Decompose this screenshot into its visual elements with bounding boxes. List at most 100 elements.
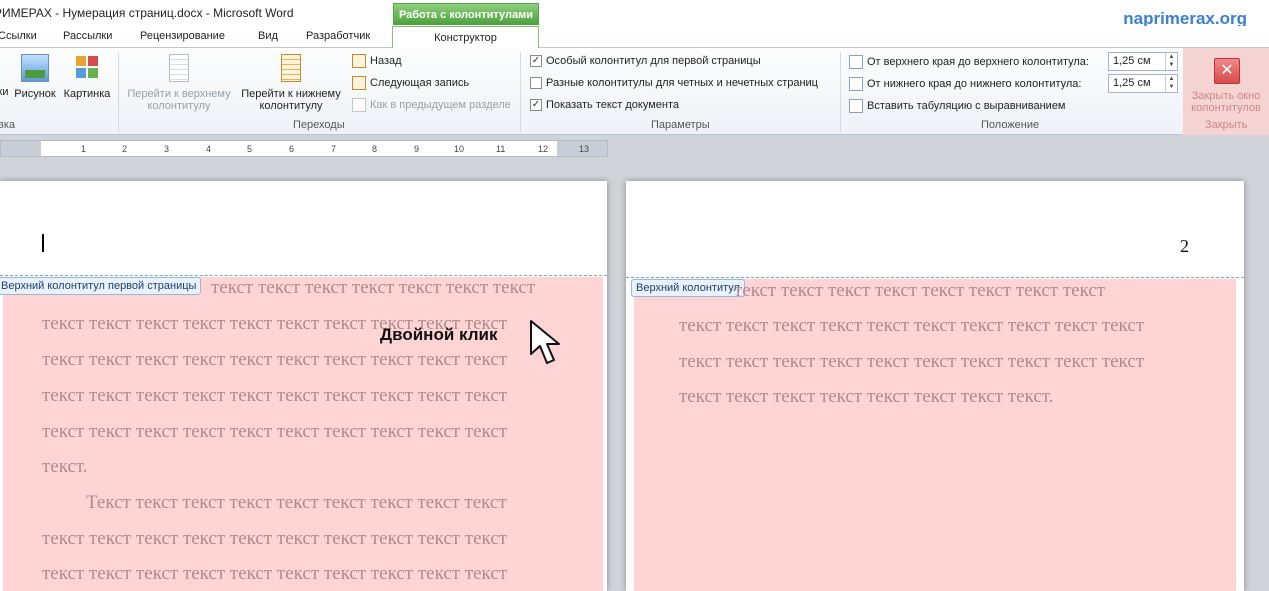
ruler-margin (1, 141, 41, 156)
ruler-number: 5 (247, 144, 253, 154)
clipart-button[interactable]: Картинка (60, 54, 114, 100)
text-cursor (42, 234, 44, 252)
previous-label: Назад (370, 55, 402, 67)
paragraph-line: текст текст текст текст текст текст текс… (42, 421, 508, 442)
parts-label: ки (0, 86, 9, 98)
different-odd-even-checkbox[interactable]: Разные колонтитулы для четных и нечетных… (530, 77, 818, 89)
previous-icon (352, 54, 366, 68)
footer-from-bottom-label: От нижнего края до нижнего колонтитула: (849, 77, 1081, 91)
checkbox-checked-icon: ✓ (530, 55, 542, 67)
paragraph-line: текст текст текст текст текст текст текс… (42, 563, 508, 584)
picture-label: Рисунок (14, 88, 56, 100)
spinner-arrows-icon[interactable]: ▲ ▼ (1165, 53, 1177, 70)
page-one[interactable]: Верхний колонтитул первой страницы текст… (0, 181, 607, 591)
tab-review[interactable]: Рецензирование (140, 30, 225, 42)
checkbox-unchecked-icon (530, 77, 542, 89)
close-button-label-1: Закрыть окно (1191, 90, 1261, 102)
paragraph-line: текст текст текст текст текст текст текс… (42, 349, 508, 370)
different-first-page-label: Особый колонтитул для первой страницы (546, 55, 761, 67)
link-icon (352, 98, 366, 112)
header-page-icon (169, 54, 189, 82)
clipart-label: Картинка (63, 88, 111, 100)
picture-button[interactable]: Рисунок (12, 54, 58, 100)
checkbox-checked-icon: ✓ (530, 99, 542, 111)
link-to-previous-label: Как в предыдущем разделе (370, 99, 511, 111)
ruler-number: 4 (206, 144, 212, 154)
go-to-header-button[interactable]: Перейти к верхнему колонтитулу (124, 54, 234, 112)
mouse-pointer-icon (530, 320, 560, 364)
go-to-footer-button[interactable]: Перейти к нижнему колонтитулу (236, 54, 346, 112)
previous-section-button[interactable]: Назад (352, 54, 402, 68)
header-from-top-text: От верхнего края до верхнего колонтитула… (867, 56, 1089, 68)
ribbon-tabs: Ссылки Рассылки Рецензирование Вид Разра… (0, 26, 1269, 48)
different-odd-even-label: Разные колонтитулы для четных и нечетных… (546, 77, 818, 89)
link-to-previous-button[interactable]: Как в предыдущем разделе (352, 98, 511, 112)
picture-icon (21, 54, 49, 82)
ruler-number: 1 (81, 144, 87, 154)
header-position-icon (849, 55, 863, 69)
show-document-text-label: Показать текст документа (546, 99, 680, 111)
tab-mailings[interactable]: Рассылки (63, 30, 112, 42)
go-to-header-label-2: колонтитулу (147, 100, 211, 112)
go-to-header-label-1: Перейти к верхнему (127, 88, 231, 100)
ruler-number: 7 (331, 144, 337, 154)
ruler-number: 9 (414, 144, 420, 154)
page-two[interactable]: Верхний колонтитул текст текст текст тек… (626, 181, 1244, 591)
different-first-page-checkbox[interactable]: ✓ Особый колонтитул для первой страницы (530, 55, 761, 67)
ruler-number: 2 (122, 144, 128, 154)
tab-references[interactable]: Ссылки (0, 30, 37, 42)
ruler-number: 12 (538, 144, 549, 154)
close-button-label-2: колонтитулов (1191, 102, 1261, 114)
paragraph-line: текст текст текст текст текст текст текс… (42, 385, 508, 406)
page-number[interactable]: 2 (1180, 236, 1189, 257)
ruler-number: 10 (454, 144, 465, 154)
ribbon: ки Рисунок Картинка вка Перейти к верхне… (0, 48, 1269, 135)
footer-distance-value: 1,25 см (1113, 77, 1151, 89)
first-page-header-tab: Верхний колонтитул первой страницы (0, 277, 202, 295)
paragraph-line: текст текст текст текст текст текст текс… (679, 315, 1145, 336)
paragraph-line: текст. (42, 456, 88, 477)
window-title: РИМЕРАХ - Нумерация страниц.docx - Micro… (0, 6, 294, 20)
clipart-icon (74, 54, 100, 82)
position-group-label: Положение (981, 119, 1040, 131)
next-section-button[interactable]: Следующая запись (352, 76, 469, 90)
paragraph-first-line: текст текст текст текст текст текст текс… (211, 277, 536, 298)
go-to-footer-label-2: колонтитулу (259, 100, 323, 112)
contextual-tab-group: Работа с колонтитулами (393, 3, 539, 25)
go-to-footer-label-1: Перейти к нижнему (241, 88, 341, 100)
ruler-number: 3 (164, 144, 170, 154)
group-divider (840, 52, 841, 132)
header-distance-value: 1,25 см (1113, 55, 1151, 67)
paragraph-line: текст текст текст текст текст текст текс… (42, 528, 508, 549)
paragraph-line: текст текст текст текст текст текст текс… (679, 386, 1054, 407)
close-header-footer-button[interactable]: Закрыть окно колонтитулов (1183, 90, 1269, 114)
insert-group-label: вка (0, 119, 16, 131)
close-group-label: Закрыть (1205, 119, 1248, 131)
footer-page-icon (281, 54, 301, 82)
horizontal-ruler[interactable]: 1 2 3 4 5 6 7 8 9 10 11 12 13 (0, 140, 608, 157)
paragraph-line: Текст текст текст текст текст текст текс… (86, 492, 507, 513)
tab-view[interactable]: Вид (258, 30, 278, 42)
parts-button[interactable]: ки (0, 56, 10, 98)
paragraph-first-line: текст текст текст текст текст текст текс… (734, 280, 1106, 301)
insert-alignment-tab-button[interactable]: Вставить табуляцию с выравниванием (849, 99, 1066, 113)
ruler-number: 6 (289, 144, 295, 154)
paragraph-line: текст текст текст текст текст текст текс… (679, 351, 1145, 372)
navigation-group-label: Переходы (293, 119, 345, 131)
show-document-text-checkbox[interactable]: ✓ Показать текст документа (530, 99, 679, 111)
ruler-number: 8 (372, 144, 378, 154)
next-label: Следующая запись (370, 77, 470, 89)
close-icon[interactable]: ✕ (1214, 58, 1240, 84)
footer-distance-input[interactable]: 1,25 см ▲ ▼ (1108, 74, 1178, 93)
header-distance-input[interactable]: 1,25 см ▲ ▼ (1108, 52, 1178, 71)
header-from-top-label: От верхнего края до верхнего колонтитула… (849, 55, 1089, 69)
spinner-arrows-icon[interactable]: ▲ ▼ (1165, 75, 1177, 92)
tab-developer[interactable]: Разработчик (306, 30, 370, 42)
tab-design[interactable]: Конструктор (392, 26, 539, 49)
options-group-label: Параметры (651, 119, 710, 131)
group-divider (520, 52, 521, 132)
group-divider (118, 52, 119, 132)
next-icon (352, 76, 366, 90)
ruler-number: 13 (579, 144, 590, 154)
ruler-number: 11 (496, 144, 506, 154)
